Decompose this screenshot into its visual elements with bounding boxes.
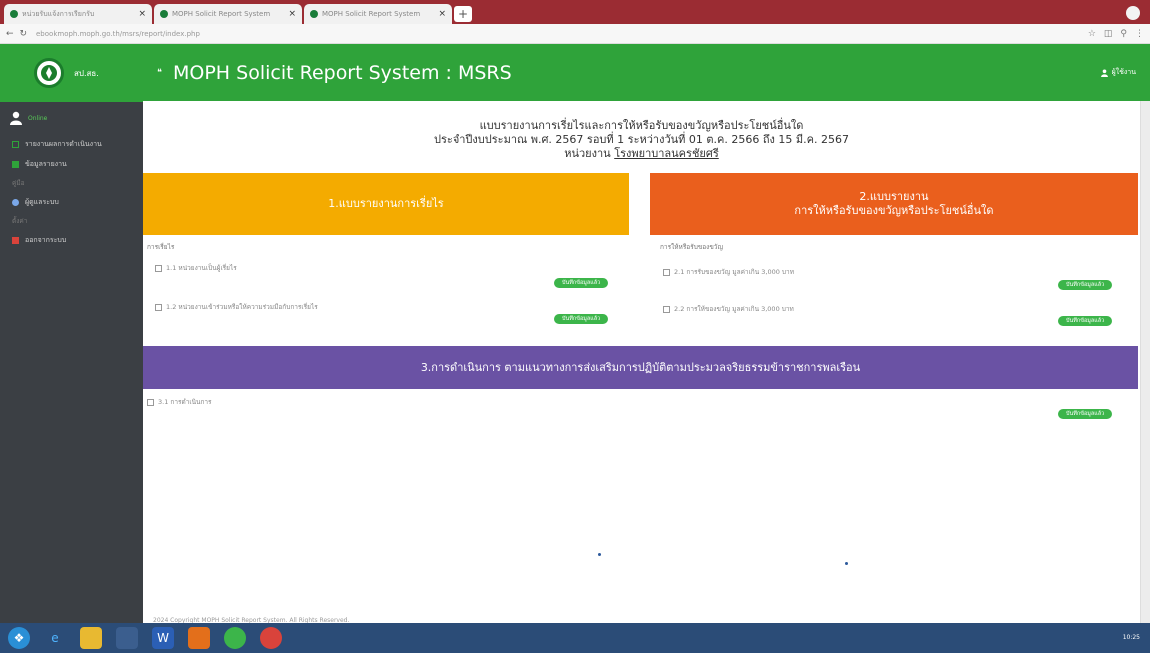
list-item: 3.1 การดำเนินการ (147, 398, 212, 407)
browser-actions: ☆ ◫ ⚲ ⋮ (1088, 29, 1144, 39)
list-item: 1.2 หน่วยงานเข้าร่วมหรือให้ความร่วมมือกั… (155, 303, 405, 312)
user-icon (10, 111, 22, 125)
panel-solicit-header: 1.แบบรายงานการเรี่ยไร (143, 173, 629, 235)
section-label: การเรี่ยไร (147, 243, 175, 251)
favicon-icon (310, 10, 318, 18)
saved-button[interactable]: บันทึกข้อมูลแล้ว (1058, 409, 1113, 419)
browser-tab-active[interactable]: MOPH Solicit Report System × (304, 4, 452, 24)
app-icon[interactable] (116, 627, 138, 649)
sidebar-item-report[interactable]: รายงานผลการดำเนินงาน (0, 134, 143, 154)
checkbox[interactable] (663, 306, 670, 313)
checkbox[interactable] (155, 265, 162, 272)
sidebar-item-label: ข้อมูลรายงาน (25, 159, 67, 168)
cursor-artifact (598, 553, 601, 556)
chrome-icon[interactable] (260, 627, 282, 649)
checkbox[interactable] (147, 399, 154, 406)
nav-buttons: ← ↻ (6, 29, 36, 39)
clock: 10:25 (1122, 634, 1140, 641)
menu-toggle-icon[interactable]: ❝ (157, 68, 171, 78)
list-item: 2.1 การรับของขวัญ มูลค่าเกิน 3,000 บาท (663, 268, 794, 277)
panel-title: 2.แบบรายงาน (859, 190, 929, 203)
menu-section-heading: ตั้งค่า (12, 217, 28, 225)
logo[interactable]: สป.สธ. (0, 44, 143, 102)
main-content: แบบรายงานการเรี่ยไรและการให้หรือรับของขว… (143, 101, 1140, 624)
menu-section-heading: คู่มือ (12, 179, 25, 187)
cursor-artifact (845, 562, 848, 565)
reload-icon[interactable]: ↻ (20, 29, 28, 39)
section-label: การให้หรือรับของขวัญ (660, 243, 723, 251)
close-icon[interactable]: × (138, 9, 146, 19)
saved-button[interactable]: บันทึกข้อมูลแล้ว (1058, 280, 1113, 290)
screen: หน่วยรับแจ้งการเรียกรับ × MOPH Solicit R… (0, 0, 1150, 653)
user-name: ผู้ใช้งาน (1111, 68, 1136, 76)
app-title: MOPH Solicit Report System : MSRS (173, 61, 512, 84)
sidebar: สป.สธ. Online รายงานผลการดำเนินงาน ข้อมู… (0, 44, 143, 623)
panel-title: 1.แบบรายงานการเรี่ยไร (328, 197, 444, 210)
saved-button[interactable]: บันทึกข้อมูลแล้ว (554, 278, 609, 288)
favicon-icon (160, 10, 168, 18)
user-icon (1100, 68, 1108, 77)
star-icon[interactable]: ☆ (1088, 29, 1096, 39)
logo-text: สป.สธ. (74, 68, 99, 78)
unit-name-link[interactable]: โรงพยาบาลนครชัยศรี (614, 147, 719, 160)
office-icon[interactable] (188, 627, 210, 649)
list-item: 1.1 หน่วยงานเป็นผู้เรี่ยไร (155, 264, 237, 273)
sidebar-item-logout[interactable]: ออกจากระบบ (0, 230, 143, 250)
saved-button[interactable]: บันทึกข้อมูลแล้ว (554, 314, 609, 324)
sidebar-item-label: รายงานผลการดำเนินงาน (25, 139, 102, 148)
tab-label: MOPH Solicit Report System (322, 10, 421, 18)
menu-icon[interactable]: ⋮ (1135, 29, 1144, 39)
user-menu[interactable]: ผู้ใช้งาน (1100, 67, 1136, 78)
extension-icon[interactable]: ◫ (1104, 29, 1113, 39)
start-icon[interactable]: ❖ (8, 627, 30, 649)
word-icon[interactable]: W (152, 627, 174, 649)
app-header: ❝ MOPH Solicit Report System : MSRS ผู้ใ… (143, 44, 1150, 101)
back-icon[interactable]: ← (6, 29, 14, 39)
close-icon[interactable]: × (288, 9, 296, 19)
checkbox[interactable] (663, 269, 670, 276)
url-field[interactable]: ebookmoph.moph.go.th/msrs/report/index.p… (36, 30, 1088, 38)
unit-label: หน่วยงาน (564, 147, 611, 160)
list-item: 2.2 การให้ของขวัญ มูลค่าเกิน 3,000 บาท (663, 305, 794, 314)
tab-label: MOPH Solicit Report System (172, 10, 271, 18)
profile-icon[interactable] (1126, 6, 1140, 20)
online-status: Online (28, 114, 48, 122)
sidebar-item-admin[interactable]: ผู้ดูแลระบบ (0, 192, 143, 212)
sidebar-item-data[interactable]: ข้อมูลรายงาน (0, 154, 143, 174)
admin-icon (12, 198, 19, 206)
sidebar-item-label: ผู้ดูแลระบบ (25, 197, 59, 206)
taskbar: ❖ e W 10:25 (0, 623, 1150, 653)
window-controls (1126, 6, 1140, 20)
sidebar-item-label: ออกจากระบบ (25, 235, 67, 244)
browser-tab[interactable]: หน่วยรับแจ้งการเรียกรับ × (4, 4, 152, 24)
tab-label: หน่วยรับแจ้งการเรียกรับ (22, 9, 95, 18)
line-icon[interactable] (224, 627, 246, 649)
panel-gift-header: 2.แบบรายงาน การให้หรือรับของขวัญหรือประโ… (650, 173, 1138, 235)
panel-ethics-header: 3.การดำเนินการ ตามแนวทางการส่งเสริมการปฏ… (143, 346, 1138, 389)
user-panel: Online (0, 102, 143, 134)
report-icon (12, 140, 19, 148)
logout-icon (12, 236, 19, 244)
folder-icon[interactable] (80, 627, 102, 649)
report-intro: แบบรายงานการเรี่ยไรและการให้หรือรับของขว… (143, 119, 1140, 161)
report-period: ประจำปีงบประมาณ พ.ศ. 2567 รอบที่ 1 ระหว่… (434, 133, 849, 146)
favicon-icon (10, 10, 18, 18)
moph-logo-icon (34, 58, 64, 88)
account-icon[interactable]: ⚲ (1120, 29, 1127, 39)
browser-tab-bar: หน่วยรับแจ้งการเรียกรับ × MOPH Solicit R… (0, 0, 1150, 24)
address-bar: ← ↻ ebookmoph.moph.go.th/msrs/report/ind… (0, 24, 1150, 44)
panel-title: 3.การดำเนินการ ตามแนวทางการส่งเสริมการปฏ… (420, 360, 861, 374)
ie-icon[interactable]: e (44, 627, 66, 649)
saved-button[interactable]: บันทึกข้อมูลแล้ว (1058, 316, 1113, 326)
report-unit: หน่วยงาน โรงพยาบาลนครชัยศรี (143, 147, 1140, 161)
close-icon[interactable]: × (438, 9, 446, 19)
checkbox[interactable] (155, 304, 162, 311)
new-tab-button[interactable]: + (454, 6, 472, 22)
report-title: แบบรายงานการเรี่ยไรและการให้หรือรับของขว… (479, 119, 804, 132)
vertical-scrollbar[interactable] (1140, 101, 1150, 623)
panel-subtitle: การให้หรือรับของขวัญหรือประโยชน์อื่นใด (794, 204, 994, 217)
data-icon (12, 160, 19, 168)
browser-tab[interactable]: MOPH Solicit Report System × (154, 4, 302, 24)
